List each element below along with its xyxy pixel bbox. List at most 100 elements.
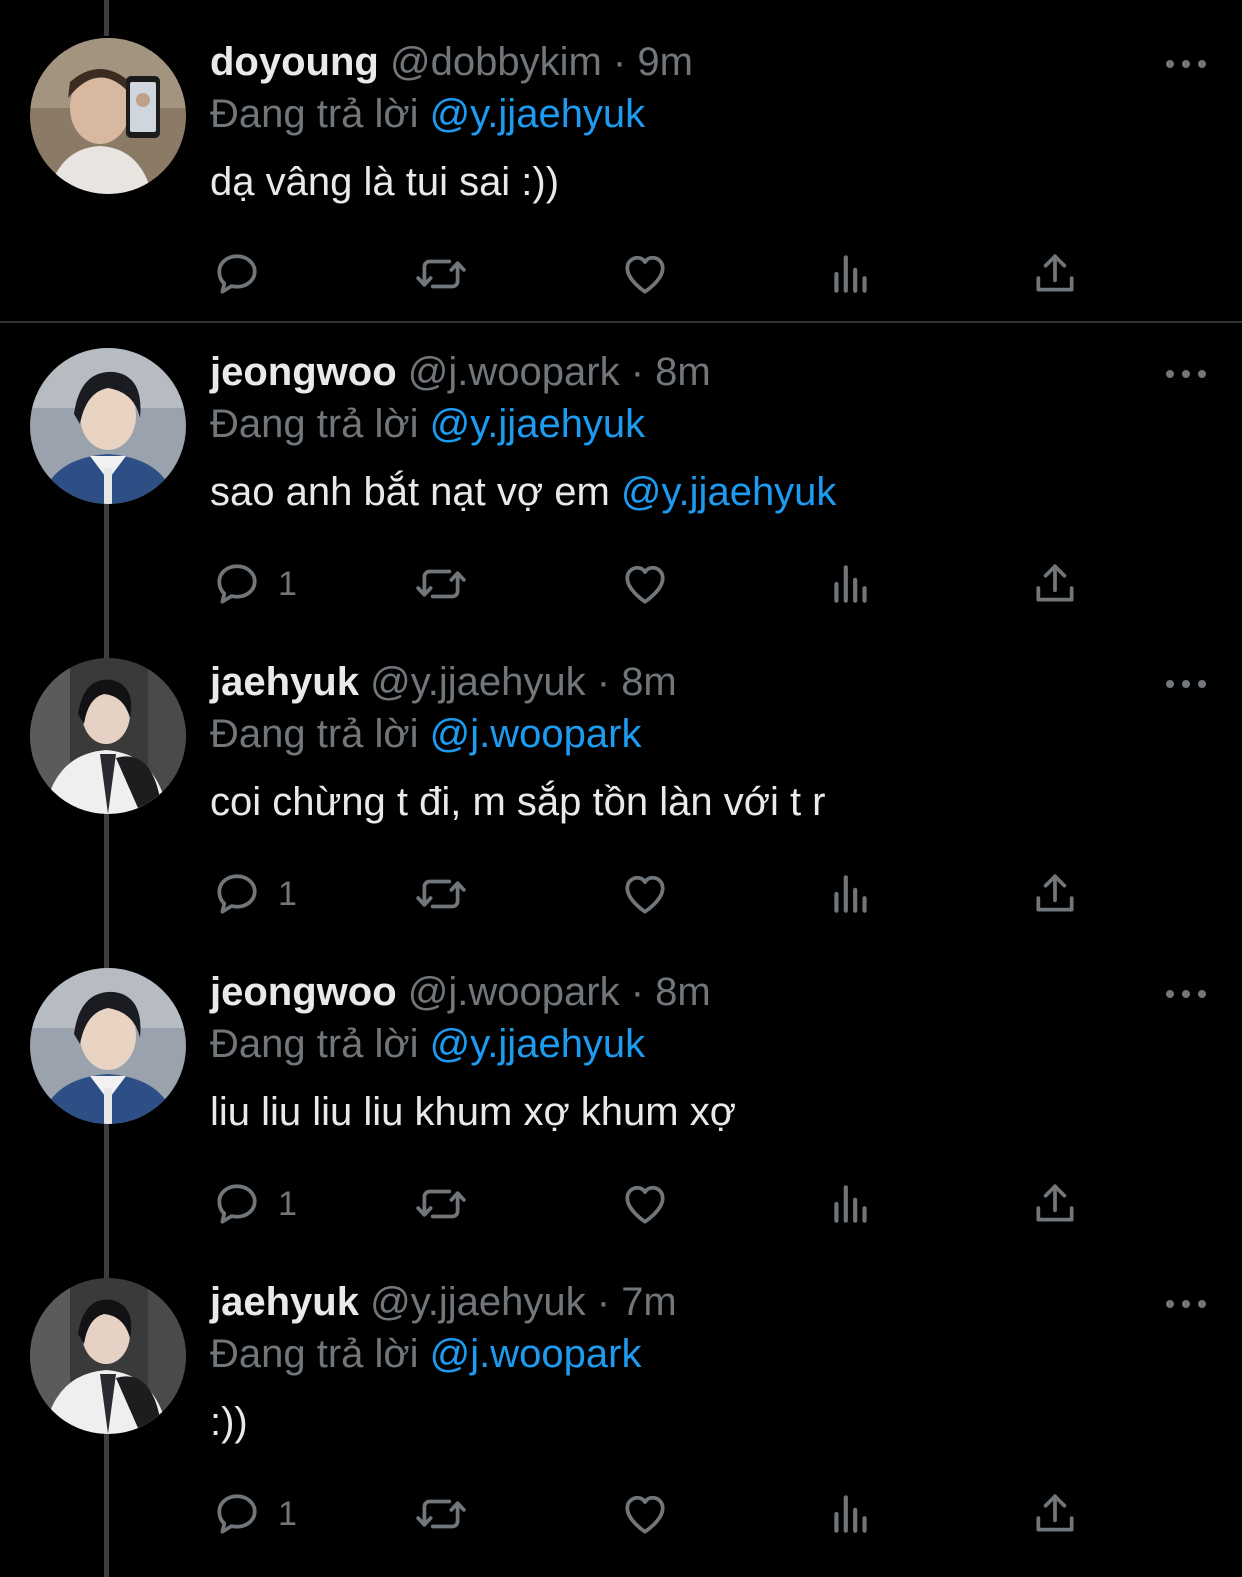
timestamp[interactable]: 7m [621,1280,677,1324]
tweet-header: jaehyuk @y.jjaehyuk · 7m [210,1276,1182,1328]
like-button[interactable] [620,554,670,614]
retweet-icon [416,569,466,599]
tweet-3[interactable]: jeongwoo @j.woopark · 8m Đang trả lời @y… [0,930,1242,1240]
reply-to-mention[interactable]: @j.woopark [430,1332,642,1376]
retweet-button[interactable] [414,1484,468,1544]
display-name[interactable]: jaehyuk [210,1280,359,1324]
views-button[interactable] [826,244,876,304]
reply-to-mention[interactable]: @y.jjaehyuk [430,92,646,136]
views-button[interactable] [826,554,876,614]
views-button[interactable] [826,864,876,924]
share-icon [1036,254,1074,292]
dot-separator: · [612,40,627,84]
share-icon [1036,874,1074,912]
reply-prefix: Đang trả lời [210,712,419,756]
reply-to-mention[interactable]: @y.jjaehyuk [430,402,646,446]
reply-context: Đang trả lời @y.jjaehyuk [210,1018,1182,1070]
views-icon [834,1495,867,1533]
display-name[interactable]: jeongwoo [210,350,397,394]
retweet-button[interactable] [414,244,468,304]
tweet-content: jeongwoo @j.woopark · 8m Đang trả lời @y… [210,966,1182,1138]
more-options-icon[interactable] [1166,982,1206,1006]
tweet-content: jeongwoo @j.woopark · 8m Đang trả lời @y… [210,346,1182,518]
share-button[interactable] [1030,244,1080,304]
reply-button[interactable]: 1 [212,554,297,614]
more-options-icon[interactable] [1166,1292,1206,1316]
dot-separator: · [596,1280,611,1324]
action-bar: 1 [0,864,1242,924]
avatar-jaehyuk[interactable] [30,1278,186,1434]
tweet-2[interactable]: jaehyuk @y.jjaehyuk · 8m Đang trả lời @j… [0,620,1242,930]
views-button[interactable] [826,1174,876,1234]
reply-icon [217,254,257,294]
reply-icon [217,874,257,914]
dot-separator: · [596,660,611,704]
tweet-content: doyoung @dobbykim · 9m Đang trả lời @y.j… [210,36,1182,208]
reply-count: 1 [278,564,297,603]
action-bar: 1 [0,1174,1242,1234]
tweet-header: jaehyuk @y.jjaehyuk · 8m [210,656,1182,708]
reply-button[interactable]: 1 [212,1484,297,1544]
retweet-button[interactable] [414,864,468,924]
views-icon [834,1185,867,1223]
reply-context: Đang trả lời @y.jjaehyuk [210,398,1182,450]
tweet-content: jaehyuk @y.jjaehyuk · 8m Đang trả lời @j… [210,656,1182,828]
timestamp[interactable]: 8m [621,660,677,704]
tweet-text-mention[interactable]: @y.jjaehyuk [621,470,837,514]
display-name[interactable]: doyoung [210,40,379,84]
like-button[interactable] [620,1174,670,1234]
reply-button[interactable]: 1 [212,864,297,924]
reply-button[interactable] [212,244,278,304]
handle[interactable]: @j.woopark [408,350,620,394]
handle[interactable]: @dobbykim [390,40,602,84]
share-button[interactable] [1030,554,1080,614]
timestamp[interactable]: 8m [655,350,711,394]
handle[interactable]: @y.jjaehyuk [370,1280,586,1324]
tweet-text-body: :)) [210,1400,248,1444]
avatar-jeongwoo[interactable] [30,968,186,1124]
action-bar [0,244,1242,304]
like-button[interactable] [620,1484,670,1544]
share-icon [1036,1494,1074,1532]
more-options-icon[interactable] [1166,362,1206,386]
avatar-jeongwoo[interactable] [30,348,186,504]
tweet-header: jeongwoo @j.woopark · 8m [210,346,1182,398]
handle[interactable]: @j.woopark [408,970,620,1014]
timestamp[interactable]: 9m [637,40,693,84]
avatar-doyoung[interactable] [30,38,186,194]
reply-prefix: Đang trả lời [210,1022,419,1066]
reply-prefix: Đang trả lời [210,402,419,446]
share-button[interactable] [1030,1174,1080,1234]
retweet-button[interactable] [414,554,468,614]
reply-to-mention[interactable]: @y.jjaehyuk [430,1022,646,1066]
retweet-button[interactable] [414,1174,468,1234]
views-button[interactable] [826,1484,876,1544]
share-button[interactable] [1030,1484,1080,1544]
display-name[interactable]: jeongwoo [210,970,397,1014]
like-icon [625,875,665,914]
share-button[interactable] [1030,864,1080,924]
avatar-jaehyuk[interactable] [30,658,186,814]
reply-count: 1 [278,1184,297,1223]
reply-button[interactable]: 1 [212,1174,297,1234]
like-button[interactable] [620,864,670,924]
tweet-0[interactable]: doyoung @dobbykim · 9m Đang trả lời @y.j… [0,0,1242,310]
tweet-header: doyoung @dobbykim · 9m [210,36,1182,88]
reply-prefix: Đang trả lời [210,1332,419,1376]
reply-to-mention[interactable]: @j.woopark [430,712,642,756]
tweet-text-body: coi chừng t đi, m sắp tồn làn với t r [210,780,826,824]
tweet-text: coi chừng t đi, m sắp tồn làn với t r [210,776,1182,828]
like-icon [625,1495,665,1534]
reply-context: Đang trả lời @j.woopark [210,708,1182,760]
tweet-text: :)) [210,1396,1182,1448]
reply-count: 1 [278,1494,297,1533]
timestamp[interactable]: 8m [655,970,711,1014]
like-button[interactable] [620,244,670,304]
display-name[interactable]: jaehyuk [210,660,359,704]
handle[interactable]: @y.jjaehyuk [370,660,586,704]
tweet-4[interactable]: jaehyuk @y.jjaehyuk · 7m Đang trả lời @j… [0,1240,1242,1550]
like-icon [625,565,665,604]
more-options-icon[interactable] [1166,52,1206,76]
more-options-icon[interactable] [1166,672,1206,696]
tweet-1[interactable]: jeongwoo @j.woopark · 8m Đang trả lời @y… [0,310,1242,620]
